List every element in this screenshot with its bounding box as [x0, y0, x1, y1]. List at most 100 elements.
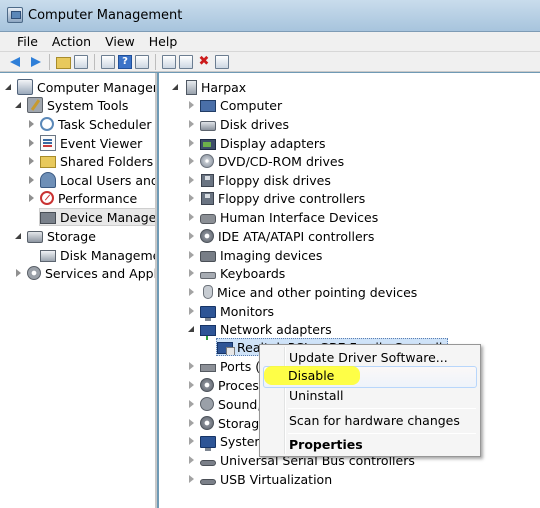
- tree-item-services-applications[interactable]: Services and Applica: [14, 264, 155, 282]
- collapse-triangle-icon[interactable]: [187, 418, 197, 428]
- up-folder-icon[interactable]: [56, 56, 71, 69]
- update-driver-icon[interactable]: [162, 54, 176, 69]
- expand-triangle-icon[interactable]: [187, 324, 197, 334]
- device-manager-icon: [40, 212, 56, 224]
- device-category-imaging[interactable]: Imaging devices: [187, 246, 322, 264]
- device-category-system-devices[interactable]: System: [187, 432, 267, 451]
- collapse-triangle-icon[interactable]: [187, 455, 197, 465]
- network-card-icon: [217, 342, 235, 355]
- collapse-triangle-icon[interactable]: [187, 287, 197, 297]
- mouse-icon: [203, 285, 213, 299]
- tree-item-computer-management[interactable]: Computer Management: [4, 78, 155, 96]
- device-category-network-adapters[interactable]: Network adapters: [187, 320, 332, 340]
- collapse-triangle-icon[interactable]: [187, 138, 197, 148]
- device-category-ide-controllers[interactable]: IDE ATA/ATAPI controllers: [187, 227, 374, 245]
- menu-separator: [288, 408, 476, 409]
- collapse-triangle-icon[interactable]: [187, 175, 197, 185]
- menu-view[interactable]: View: [98, 34, 142, 49]
- menu-disable-label-overlay[interactable]: Disable: [288, 366, 334, 385]
- tree-item-local-users[interactable]: Local Users and G: [27, 171, 155, 189]
- collapse-triangle-icon[interactable]: [27, 138, 37, 148]
- cd-rom-icon: [200, 154, 214, 168]
- tree-item-system-tools[interactable]: System Tools: [14, 96, 128, 114]
- console-tree-icon[interactable]: [135, 54, 149, 69]
- collapse-triangle-icon[interactable]: [27, 175, 37, 185]
- expand-triangle-icon[interactable]: [14, 231, 24, 241]
- properties-icon[interactable]: [101, 54, 115, 69]
- display-adapter-icon: [200, 138, 216, 150]
- device-category-dvd-cd-rom[interactable]: DVD/CD-ROM drives: [187, 152, 344, 170]
- collapse-triangle-icon[interactable]: [187, 361, 197, 371]
- menu-file[interactable]: File: [10, 34, 45, 49]
- expand-triangle-icon[interactable]: [171, 82, 181, 92]
- tree-item-task-scheduler[interactable]: Task Scheduler: [27, 115, 152, 133]
- device-tree-root[interactable]: Harpax: [171, 78, 246, 96]
- collapse-triangle-icon[interactable]: [187, 436, 197, 446]
- device-category-display-adapters[interactable]: Display adapters: [187, 134, 325, 152]
- expand-triangle-icon[interactable]: [4, 82, 14, 92]
- mmc-icon: [17, 79, 33, 95]
- collapse-triangle-icon[interactable]: [187, 399, 197, 409]
- collapse-triangle-icon[interactable]: [27, 119, 37, 129]
- collapse-triangle-icon[interactable]: [187, 119, 197, 129]
- disk-drive-icon: [200, 120, 216, 131]
- device-category-computer[interactable]: Computer: [187, 96, 282, 114]
- collapse-triangle-icon[interactable]: [187, 212, 197, 222]
- performance-icon: [40, 191, 54, 205]
- forward-arrow-icon[interactable]: [27, 54, 43, 70]
- usb-icon: [200, 459, 216, 466]
- menu-uninstall[interactable]: Uninstall: [263, 385, 477, 407]
- console-tree-pane[interactable]: Computer Management System Tools Task Sc…: [0, 73, 157, 508]
- help-icon[interactable]: ?: [118, 54, 132, 69]
- ide-controller-icon: [200, 229, 214, 243]
- tree-item-event-viewer[interactable]: Event Viewer: [27, 134, 142, 152]
- computer-management-icon: [7, 7, 23, 23]
- show-hide-tree-icon[interactable]: [74, 54, 88, 69]
- tree-item-disk-management[interactable]: Disk Management: [40, 246, 155, 264]
- collapse-triangle-icon[interactable]: [14, 268, 24, 278]
- collapse-triangle-icon[interactable]: [187, 156, 197, 166]
- menu-scan-hardware-changes[interactable]: Scan for hardware changes: [263, 410, 477, 432]
- device-category-floppy-disk-drives[interactable]: Floppy disk drives: [187, 171, 331, 189]
- device-category-usb-virtualization[interactable]: USB Virtualization: [187, 470, 332, 488]
- menu-action[interactable]: Action: [45, 34, 98, 49]
- device-category-processors[interactable]: Process: [187, 376, 265, 394]
- expand-triangle-icon[interactable]: [14, 100, 24, 110]
- collapse-triangle-icon[interactable]: [187, 100, 197, 110]
- collapse-triangle-icon[interactable]: [187, 231, 197, 241]
- menu-help[interactable]: Help: [142, 34, 185, 49]
- device-category-keyboards[interactable]: Keyboards: [187, 264, 285, 282]
- back-arrow-icon[interactable]: [8, 54, 24, 70]
- device-category-hid[interactable]: Human Interface Devices: [187, 208, 378, 226]
- device-category-monitors[interactable]: Monitors: [187, 302, 274, 321]
- tree-item-performance[interactable]: Performance: [27, 189, 137, 207]
- menu-bar: File Action View Help: [0, 32, 540, 52]
- computer-icon: [200, 100, 216, 112]
- device-category-mice[interactable]: Mice and other pointing devices: [187, 283, 417, 301]
- collapse-triangle-icon[interactable]: [187, 380, 197, 390]
- scan-hardware-icon[interactable]: [179, 54, 193, 69]
- device-category-storage-controllers[interactable]: Storag: [187, 414, 259, 432]
- collapse-triangle-icon[interactable]: [187, 268, 197, 278]
- device-properties-icon[interactable]: [215, 54, 229, 69]
- collapse-triangle-icon[interactable]: [187, 474, 197, 484]
- device-category-disk-drives[interactable]: Disk drives: [187, 115, 289, 133]
- device-category-floppy-controllers[interactable]: Floppy drive controllers: [187, 189, 365, 207]
- toolbar: ? ✖: [0, 52, 540, 72]
- speaker-icon: [200, 397, 214, 411]
- tree-item-device-manager[interactable]: Device Manager: [39, 208, 155, 226]
- toolbar-separator: [155, 53, 156, 70]
- menu-properties[interactable]: Properties: [263, 434, 477, 456]
- collapse-triangle-icon[interactable]: [27, 156, 37, 166]
- toolbar-separator: [94, 53, 95, 70]
- tree-item-storage[interactable]: Storage: [14, 227, 96, 245]
- collapse-triangle-icon[interactable]: [187, 193, 197, 203]
- collapse-triangle-icon[interactable]: [187, 250, 197, 260]
- device-category-ports[interactable]: Ports (: [187, 357, 260, 375]
- uninstall-x-icon[interactable]: ✖: [196, 54, 212, 70]
- title-bar[interactable]: Computer Management: [0, 0, 540, 32]
- collapse-triangle-icon[interactable]: [27, 193, 37, 203]
- device-category-sound[interactable]: Sound,: [187, 395, 261, 413]
- collapse-triangle-icon[interactable]: [187, 306, 197, 316]
- tree-item-shared-folders[interactable]: Shared Folders: [27, 152, 153, 170]
